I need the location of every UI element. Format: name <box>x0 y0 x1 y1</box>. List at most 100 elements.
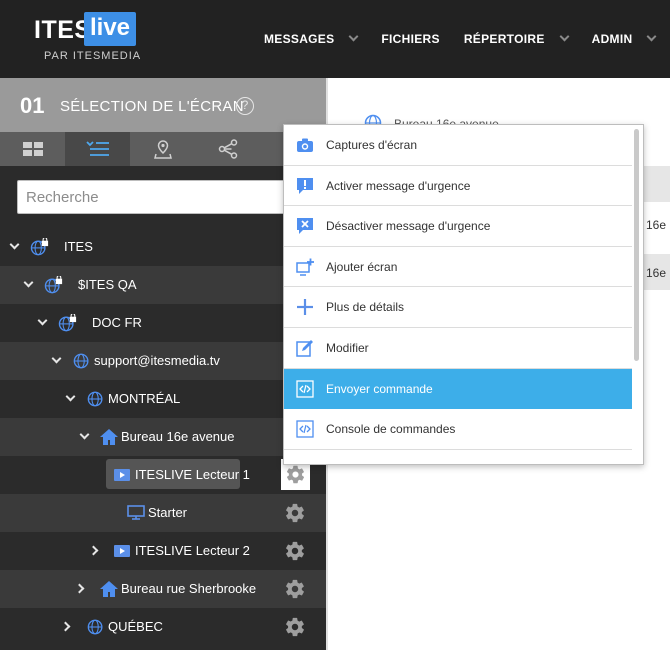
menu-item-send-command[interactable]: Envoyer commande <box>284 368 632 410</box>
tree-node-label: ITESLIVE Lecteur 2 <box>135 543 250 558</box>
tree-node-starter[interactable]: Starter <box>0 494 326 532</box>
gear-icon[interactable] <box>284 540 306 562</box>
home-icon <box>100 581 118 597</box>
grid-view-icon <box>22 142 43 156</box>
search-input[interactable] <box>17 180 307 214</box>
chevron-down-icon[interactable] <box>559 31 570 42</box>
screen-context-menu: Captures d'écran Activer message d'urgen… <box>283 124 644 465</box>
gear-icon[interactable] <box>284 578 306 600</box>
nav-fichiers-label: FICHIERS <box>381 32 440 46</box>
chevron-down-icon[interactable] <box>51 353 62 364</box>
menu-scrollbar[interactable] <box>634 129 639 361</box>
share-network-icon <box>218 139 237 159</box>
edit-icon <box>296 339 313 357</box>
nav-admin[interactable]: ADMIN <box>592 31 657 46</box>
chevron-right-icon[interactable] <box>60 621 71 632</box>
chevron-down-icon[interactable] <box>23 277 34 288</box>
panel-title: SÉLECTION DE L'ÉCRAN <box>60 98 244 115</box>
menu-item-add-screen[interactable]: Ajouter écran <box>284 247 632 288</box>
nav-messages-label: MESSAGES <box>264 32 335 46</box>
logo-live-text: live <box>84 12 137 46</box>
home-icon <box>100 429 118 445</box>
tab-grid-view[interactable] <box>0 132 65 166</box>
tree-node-label: Starter <box>148 505 188 520</box>
tree-node-bureau-sherbrooke[interactable]: Bureau rue Sherbrooke <box>0 570 326 608</box>
tree-node-ites-qa[interactable]: $ITES QA <box>0 266 326 304</box>
panel-header: 01 SÉLECTION DE L'ÉCRAN ? <box>0 78 326 132</box>
tab-map-view[interactable] <box>130 132 195 166</box>
chevron-down-icon[interactable] <box>9 239 20 250</box>
menu-item-label: Ajouter écran <box>326 259 398 274</box>
menu-item-label: Plus de détails <box>326 300 405 315</box>
chevron-right-icon[interactable] <box>74 583 85 594</box>
tree-node-label: Bureau 16e avenue <box>121 429 235 444</box>
chevron-down-icon[interactable] <box>79 429 90 440</box>
tree-node-montreal[interactable]: MONTRÉAL <box>0 380 326 418</box>
tree-node-lecteur-2[interactable]: ITESLIVE Lecteur 2 <box>0 532 326 570</box>
table-cell: 16e <box>646 218 667 232</box>
camera-icon <box>297 138 313 152</box>
menu-item-label: Envoyer commande <box>326 381 433 396</box>
menu-item-activate-emergency[interactable]: Activer message d'urgence <box>284 166 632 207</box>
chevron-down-icon[interactable] <box>37 315 48 326</box>
nav-messages[interactable]: MESSAGES <box>264 31 359 46</box>
help-circle-icon[interactable]: ? <box>236 97 254 115</box>
screen-tree: ITES $ITES QA DOC FR support@itesmedia.t… <box>0 228 326 646</box>
menu-item-label: Modifier <box>326 340 369 355</box>
chevron-down-icon[interactable] <box>65 391 76 402</box>
nav-fichiers[interactable]: FICHIERS <box>381 32 439 46</box>
list-filter-icon <box>85 141 109 156</box>
menu-item-label: Activer message d'urgence <box>326 178 471 193</box>
menu-item-label: Désactiver message d'urgence <box>326 219 491 234</box>
nav-repertoire[interactable]: RÉPERTOIRE <box>463 31 570 46</box>
screen-selection-panel: 01 SÉLECTION DE L'ÉCRAN ? ITES <box>0 78 326 650</box>
menu-item-edit[interactable]: Modifier <box>284 328 632 369</box>
tree-node-quebec[interactable]: QUÉBEC <box>0 608 326 646</box>
alert-message-icon <box>297 177 313 194</box>
chevron-down-icon[interactable] <box>348 31 359 42</box>
cancel-message-icon <box>297 218 313 235</box>
chevron-down-icon[interactable] <box>647 31 657 42</box>
tree-node-label: support@itesmedia.tv <box>94 353 220 368</box>
nav-repertoire-label: RÉPERTOIRE <box>463 32 545 46</box>
globe-icon <box>87 391 103 407</box>
globe-lock-icon <box>58 314 77 332</box>
menu-item-command-console[interactable]: Console de commandes <box>284 409 632 450</box>
tree-node-label: ITES <box>64 239 93 254</box>
top-navigation-bar: ITES live PAR ITESMEDIA MESSAGES FICHIER… <box>0 0 670 78</box>
menu-item-screenshots[interactable]: Captures d'écran <box>284 125 632 166</box>
logo-tagline: PAR ITESMEDIA <box>44 50 142 62</box>
tab-network-view[interactable] <box>195 132 260 166</box>
monitor-icon <box>127 505 145 520</box>
menu-item-deactivate-emergency[interactable]: Désactiver message d'urgence <box>284 206 632 247</box>
tree-node-label: $ITES QA <box>78 277 137 292</box>
main-nav: MESSAGES FICHIERS RÉPERTOIRE ADMIN PA <box>264 0 670 78</box>
player-icon <box>114 545 130 557</box>
globe-icon <box>73 353 89 369</box>
gear-icon[interactable] <box>284 616 306 638</box>
tree-node-label: Bureau rue Sherbrooke <box>121 581 257 596</box>
globe-lock-icon <box>44 276 63 294</box>
tree-node-label: MONTRÉAL <box>108 391 181 406</box>
player-icon <box>114 469 130 481</box>
menu-item-more-details[interactable]: Plus de détails <box>284 287 632 328</box>
gear-icon[interactable] <box>284 502 306 524</box>
tree-node-label: QUÉBEC <box>108 619 163 634</box>
search-area <box>0 166 326 228</box>
tree-node-doc-fr[interactable]: DOC FR <box>0 304 326 342</box>
code-icon <box>296 420 314 438</box>
tree-node-ites[interactable]: ITES <box>0 228 326 266</box>
view-tabs <box>0 132 326 166</box>
gear-icon <box>286 465 305 484</box>
plus-icon <box>297 299 313 316</box>
logo-ites-text: ITES <box>34 16 92 44</box>
tree-node-lecteur-1[interactable]: ITESLIVE Lecteur 1 <box>0 456 326 494</box>
tree-node-bureau-16e[interactable]: Bureau 16e avenue <box>0 418 326 456</box>
table-cell: 16e <box>646 266 667 280</box>
tab-list-view[interactable] <box>65 132 130 166</box>
tree-node-support[interactable]: support@itesmedia.tv <box>0 342 326 380</box>
tree-node-label: DOC FR <box>92 315 142 330</box>
globe-lock-icon <box>30 238 49 256</box>
tree-node-label: ITESLIVE Lecteur 1 <box>135 467 250 482</box>
chevron-right-icon[interactable] <box>88 545 99 556</box>
